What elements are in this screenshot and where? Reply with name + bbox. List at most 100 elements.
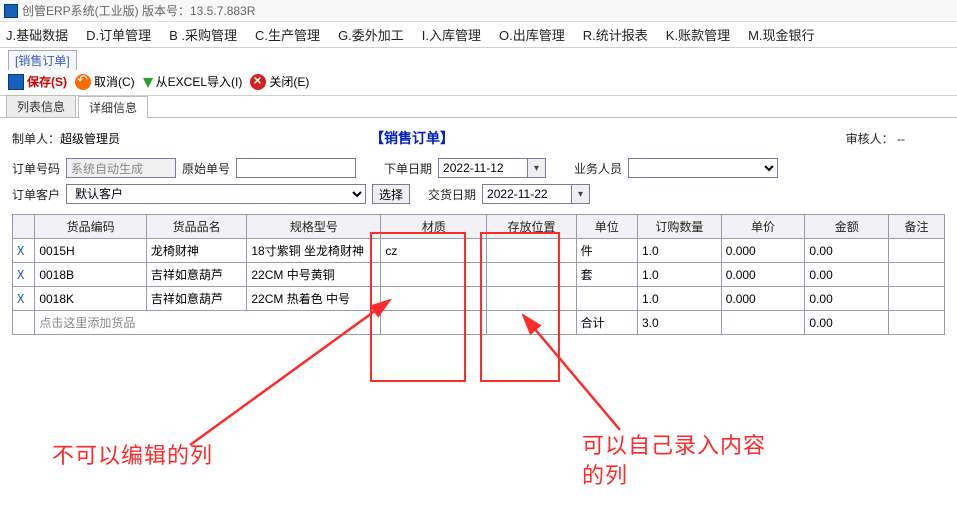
undo-icon — [75, 74, 91, 90]
menu-item-production-mgmt[interactable]: C.生产管理 — [255, 25, 320, 44]
cell-remark[interactable] — [889, 287, 945, 311]
col-remark[interactable]: 备注 — [889, 215, 945, 239]
cell-amount[interactable]: 0.00 — [805, 287, 889, 311]
cell-name[interactable]: 龙椅财神 — [146, 239, 246, 263]
order-date-label: 下单日期 — [384, 160, 432, 177]
save-icon — [8, 74, 24, 90]
import-excel-button[interactable]: 从EXCEL导入(I) — [143, 73, 243, 90]
menu-item-basic-data[interactable]: J.基础数据 — [6, 25, 68, 44]
table-row[interactable]: X 0018K 吉祥如意葫芦 22CM 热着色 中号 1.0 0.000 0.0… — [13, 287, 945, 311]
annotation-text-editable-line2: 的列 — [582, 458, 628, 490]
col-name[interactable]: 货品品名 — [146, 215, 246, 239]
customer-label: 订单客户 — [12, 186, 60, 203]
cell-name[interactable]: 吉祥如意葫芦 — [146, 263, 246, 287]
col-unit[interactable]: 单位 — [576, 215, 637, 239]
cell-remark[interactable] — [889, 263, 945, 287]
title-bar: 创管ERP系统(工业版) 版本号：13.5.7.883R — [0, 0, 957, 22]
order-date-picker-icon[interactable]: ▾ — [528, 158, 546, 178]
cell-price[interactable]: 0.000 — [721, 263, 805, 287]
row-marker[interactable]: X — [13, 263, 35, 287]
order-date-input[interactable] — [438, 158, 528, 178]
col-amount[interactable]: 金额 — [805, 215, 889, 239]
cancel-button[interactable]: 取消(C) — [75, 73, 135, 90]
menu-item-reports[interactable]: R.统计报表 — [583, 25, 648, 44]
col-material[interactable]: 材质 — [381, 215, 487, 239]
save-label: 保存(S) — [27, 73, 67, 90]
cell-spec[interactable]: 18寸紫铜 坐龙椅财神 — [247, 239, 381, 263]
add-row[interactable]: 点击这里添加货品 合计 3.0 0.00 — [13, 311, 945, 335]
cell-price[interactable]: 0.000 — [721, 287, 805, 311]
deliver-date-label: 交货日期 — [428, 186, 476, 203]
cell-qty[interactable]: 1.0 — [638, 263, 722, 287]
sales-select[interactable] — [628, 158, 778, 178]
cancel-label: 取消(C) — [94, 73, 135, 90]
total-label: 合计 — [576, 311, 637, 335]
cell-location[interactable] — [487, 263, 576, 287]
deliver-date-picker-icon[interactable]: ▾ — [572, 184, 590, 204]
col-price[interactable]: 单价 — [721, 215, 805, 239]
cell-code[interactable]: 0018B — [35, 263, 147, 287]
add-row-label[interactable]: 点击这里添加货品 — [35, 311, 381, 335]
menu-item-inbound[interactable]: I.入库管理 — [422, 25, 481, 44]
cell-qty[interactable]: 1.0 — [638, 287, 722, 311]
cell-spec[interactable]: 22CM 热着色 中号 — [247, 287, 381, 311]
close-icon — [250, 74, 266, 90]
cell-unit[interactable]: 件 — [576, 239, 637, 263]
cell-code[interactable]: 0015H — [35, 239, 147, 263]
order-items-grid[interactable]: 货品编码 货品品名 规格型号 材质 存放位置 单位 订购数量 单价 金额 备注 … — [12, 214, 945, 335]
menu-item-order-mgmt[interactable]: D.订单管理 — [86, 25, 151, 44]
col-code[interactable]: 货品编码 — [35, 215, 147, 239]
cell-remark[interactable] — [889, 239, 945, 263]
reviewer-label: 审核人： — [846, 132, 894, 146]
select-customer-button[interactable]: 选择 — [372, 184, 410, 204]
cell-amount[interactable]: 0.00 — [805, 239, 889, 263]
cell-unit[interactable]: 套 — [576, 263, 637, 287]
row-marker[interactable]: X — [13, 287, 35, 311]
close-button[interactable]: 关闭(E) — [250, 73, 309, 90]
table-row[interactable]: X 0018B 吉祥如意葫芦 22CM 中号黄铜 套 1.0 0.000 0.0… — [13, 263, 945, 287]
cell-qty[interactable]: 1.0 — [638, 239, 722, 263]
cell-material — [381, 263, 487, 287]
annotation-text-editable-line1: 可以自己录入内容 — [582, 428, 766, 460]
import-icon — [143, 78, 153, 88]
doc-tab-sales-order[interactable]: [销售订单] — [8, 50, 77, 70]
cell-spec[interactable]: 22CM 中号黄铜 — [247, 263, 381, 287]
toolbar: 保存(S) 取消(C) 从EXCEL导入(I) 关闭(E) — [0, 68, 957, 96]
col-spec[interactable]: 规格型号 — [247, 215, 381, 239]
cell-unit[interactable] — [576, 287, 637, 311]
deliver-date-input[interactable] — [482, 184, 572, 204]
col-qty[interactable]: 订购数量 — [638, 215, 722, 239]
grid-wrap: 货品编码 货品品名 规格型号 材质 存放位置 单位 订购数量 单价 金额 备注 … — [0, 214, 957, 335]
sales-label: 业务人员 — [574, 160, 622, 177]
page-title: 【销售订单】 — [370, 128, 454, 148]
menu-item-accounts[interactable]: K.账款管理 — [666, 25, 730, 44]
tab-list-info[interactable]: 列表信息 — [6, 95, 76, 117]
cell-name[interactable]: 吉祥如意葫芦 — [146, 287, 246, 311]
order-no-label: 订单号码 — [12, 160, 60, 177]
menu-item-cash-bank[interactable]: M.现金银行 — [748, 25, 814, 44]
menu-item-outsource[interactable]: G.委外加工 — [338, 25, 404, 44]
form-area: 制单人： 超级管理员 【销售订单】 审核人： -- 订单号码 原始单号 下单日期… — [0, 118, 957, 214]
creator-value: 超级管理员 — [60, 130, 120, 147]
annotation-text-readonly: 不可以编辑的列 — [52, 438, 213, 470]
cell-amount[interactable]: 0.00 — [805, 263, 889, 287]
origin-no-label: 原始单号 — [182, 160, 230, 177]
row-marker[interactable]: X — [13, 239, 35, 263]
cell-price[interactable]: 0.000 — [721, 239, 805, 263]
menu-item-outbound[interactable]: O.出库管理 — [499, 25, 565, 44]
reviewer-value: -- — [897, 132, 905, 146]
total-amount: 0.00 — [805, 311, 889, 335]
total-qty: 3.0 — [638, 311, 722, 335]
save-button[interactable]: 保存(S) — [8, 73, 67, 90]
cell-code[interactable]: 0018K — [35, 287, 147, 311]
menu-item-purchase-mgmt[interactable]: B .采购管理 — [169, 25, 237, 44]
tab-detail-info[interactable]: 详细信息 — [78, 96, 148, 118]
origin-no-input[interactable] — [236, 158, 356, 178]
cell-location[interactable] — [487, 287, 576, 311]
customer-select[interactable]: 默认客户 — [66, 184, 366, 204]
import-label: 从EXCEL导入(I) — [156, 73, 243, 90]
cell-material — [381, 287, 487, 311]
cell-location[interactable] — [487, 239, 576, 263]
col-location[interactable]: 存放位置 — [487, 215, 576, 239]
table-row[interactable]: X 0015H 龙椅财神 18寸紫铜 坐龙椅财神 cz 件 1.0 0.000 … — [13, 239, 945, 263]
